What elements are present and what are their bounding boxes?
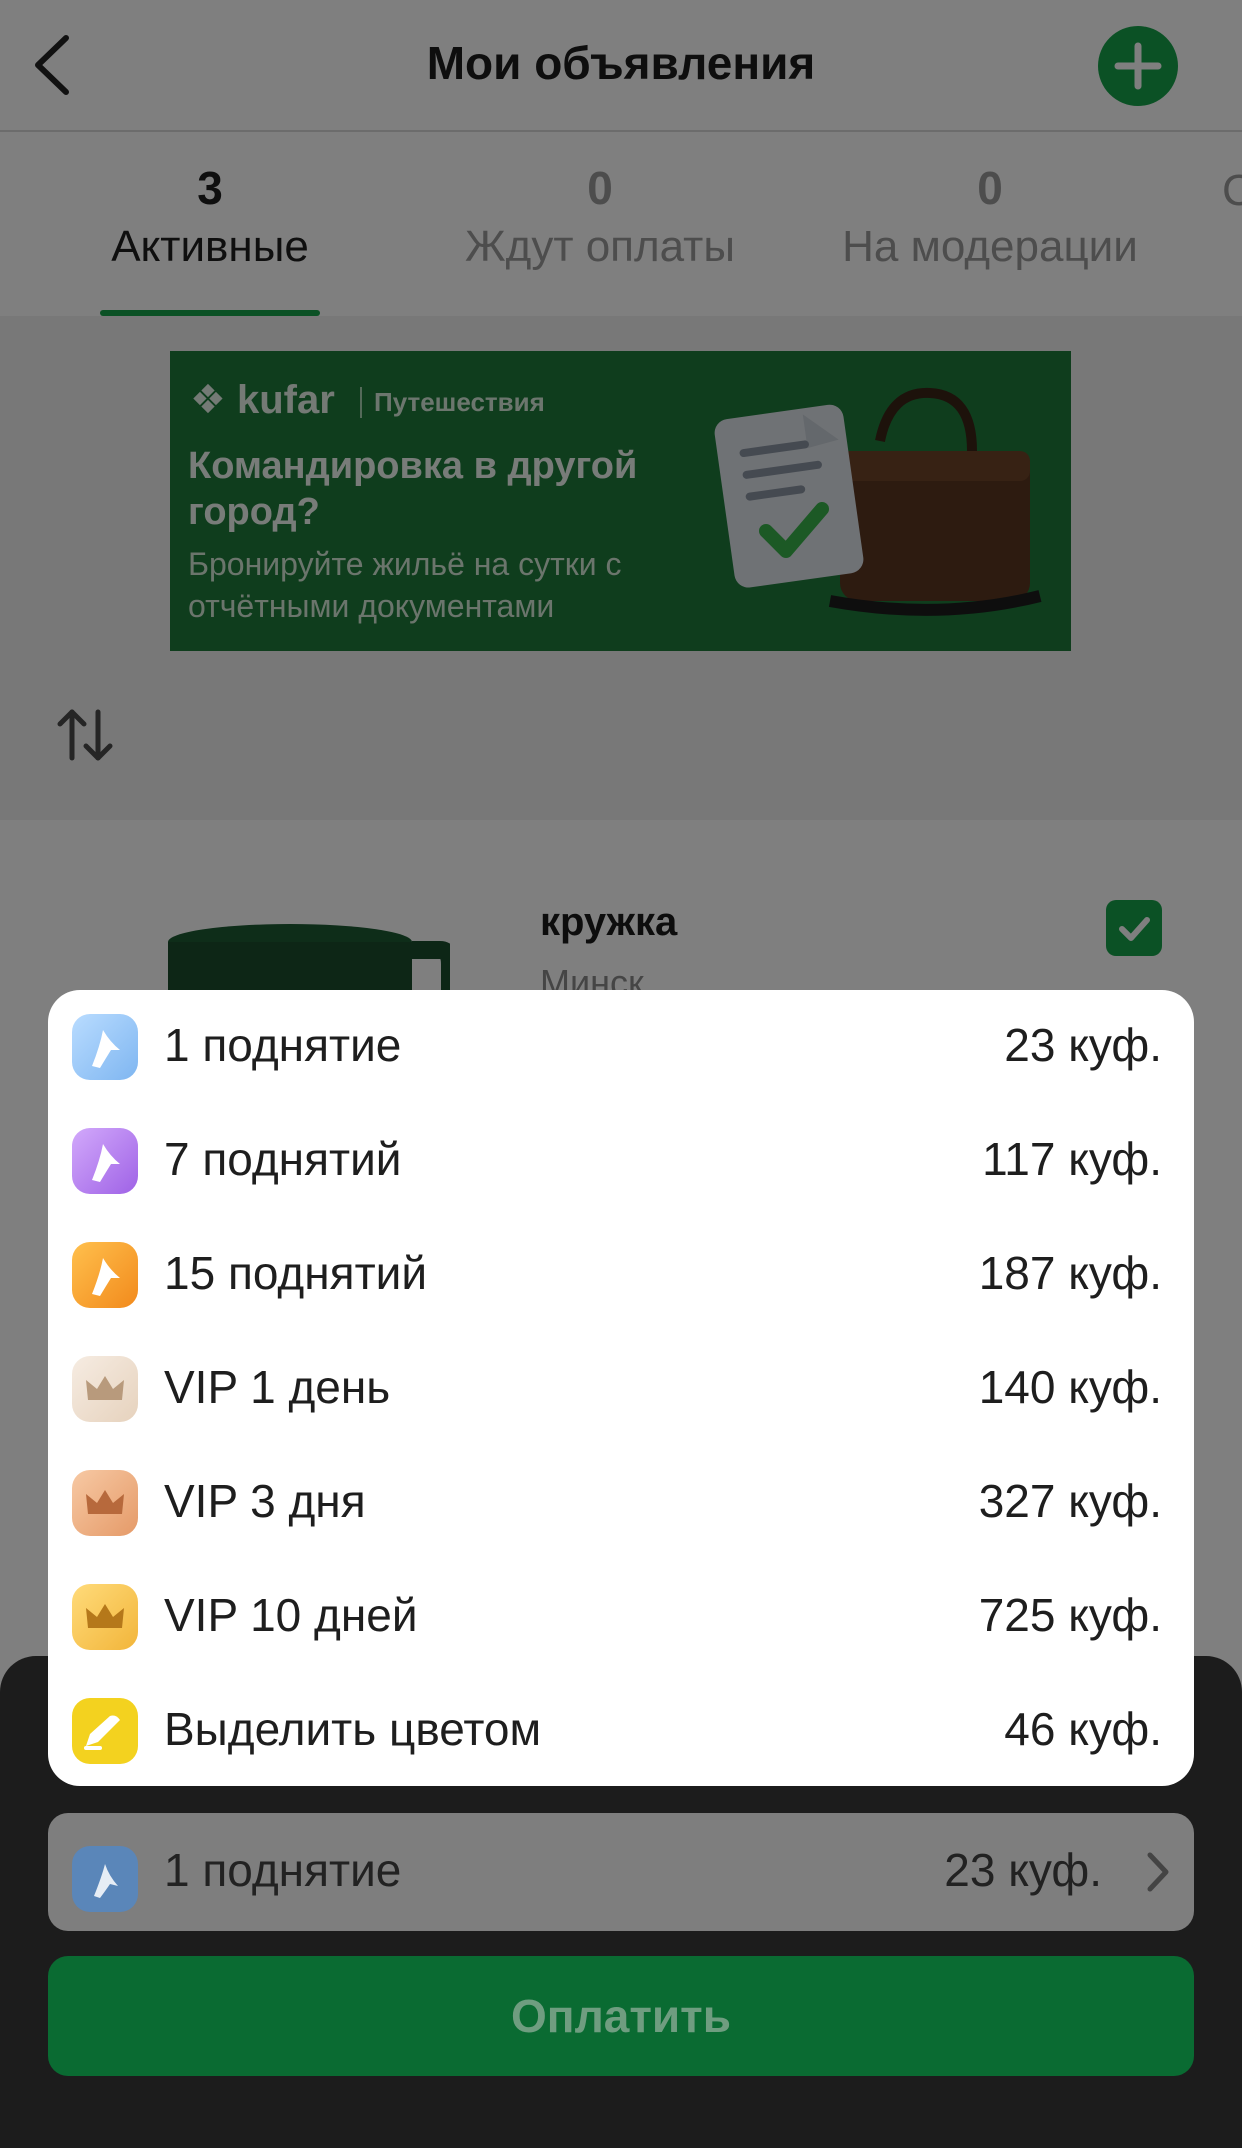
option-price: 117 куф.	[982, 1133, 1162, 1185]
option-name: VIP 3 дня	[164, 1475, 366, 1527]
selected-service-price: 23 куф.	[944, 1844, 1102, 1896]
lift-icon	[72, 1846, 138, 1912]
option-name: Выделить цветом	[164, 1703, 542, 1755]
option-name: 1 поднятие	[164, 1019, 402, 1071]
option-name: 15 поднятий	[164, 1247, 428, 1299]
lift-icon	[72, 1014, 138, 1080]
option-name: VIP 1 день	[164, 1361, 391, 1413]
selected-service-row[interactable]: 1 поднятие 23 куф.	[48, 1813, 1194, 1931]
crown-icon	[72, 1470, 138, 1536]
crown-icon	[72, 1584, 138, 1650]
option-price: 23 куф.	[1004, 1019, 1162, 1071]
selected-service-name: 1 поднятие	[164, 1844, 402, 1896]
lift-icon	[72, 1242, 138, 1308]
option-price: 327 куф.	[978, 1475, 1162, 1527]
option-vip-1-day[interactable]: VIP 1 день 140 куф.	[48, 1332, 1194, 1446]
lift-icon	[72, 1128, 138, 1194]
option-name: 7 поднятий	[164, 1133, 402, 1185]
option-name: VIP 10 дней	[164, 1589, 418, 1641]
crown-icon	[72, 1356, 138, 1422]
service-options-menu: 1 поднятие 23 куф. 7 поднятий 117 куф. 1…	[48, 990, 1194, 1786]
option-vip-10-days[interactable]: VIP 10 дней 725 куф.	[48, 1560, 1194, 1674]
option-lift-15[interactable]: 15 поднятий 187 куф.	[48, 1218, 1194, 1332]
option-vip-3-days[interactable]: VIP 3 дня 327 куф.	[48, 1446, 1194, 1560]
option-price: 187 куф.	[978, 1247, 1162, 1299]
highlight-icon	[72, 1698, 138, 1764]
option-highlight-color[interactable]: Выделить цветом 46 куф.	[48, 1674, 1194, 1786]
option-lift-7[interactable]: 7 поднятий 117 куф.	[48, 1104, 1194, 1218]
pay-button[interactable]: Оплатить	[48, 1956, 1194, 2076]
chevron-right-icon	[1147, 1852, 1169, 1892]
option-price: 140 куф.	[978, 1361, 1162, 1413]
option-price: 725 куф.	[978, 1589, 1162, 1641]
option-lift-1[interactable]: 1 поднятие 23 куф.	[48, 990, 1194, 1104]
option-price: 46 куф.	[1004, 1703, 1162, 1755]
